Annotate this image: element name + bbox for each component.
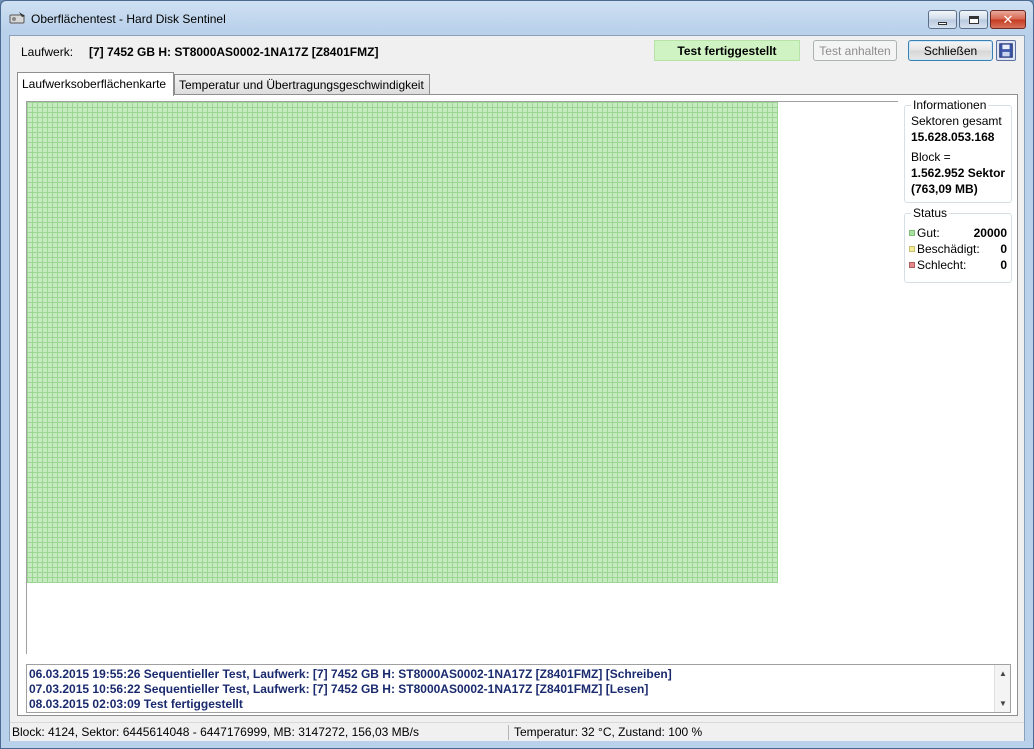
dialog-client: Laufwerk: [7] 7452 GB H: ST8000AS0002-1N… xyxy=(9,35,1025,741)
sectors-value: 15.628.053.168 xyxy=(911,130,995,144)
status-value: 20000 xyxy=(973,226,1007,240)
statusbar-block-info: Block: 4124, Sektor: 6445614048 - 644717… xyxy=(12,725,419,739)
tab-temperature-speed[interactable]: Temperatur und Übertragungsgeschwindigke… xyxy=(174,74,430,95)
status-row-good: Gut: 20000 xyxy=(909,226,1007,240)
window-close-button[interactable]: ✕ xyxy=(990,10,1026,29)
status-value: 0 xyxy=(1000,258,1007,272)
status-row-damaged: Beschädigt: 0 xyxy=(909,242,1007,256)
log-list[interactable]: 06.03.2015 19:55:26 Sequentieller Test, … xyxy=(26,664,1011,713)
info-legend: Informationen xyxy=(911,98,989,112)
statusbar-temperature: Temperatur: 32 °C, Zustand: 100 % xyxy=(514,725,703,739)
status-label: Schlecht: xyxy=(917,258,967,272)
status-value: 0 xyxy=(1000,242,1007,256)
surface-map-area[interactable] xyxy=(26,101,898,654)
tab-surface-map[interactable]: Laufwerksoberflächenkarte xyxy=(17,72,174,96)
surface-map-blocks[interactable] xyxy=(27,102,778,583)
pause-test-button[interactable]: Test anhalten xyxy=(813,40,897,61)
block-label: Block = xyxy=(911,150,951,164)
title-bar[interactable]: Oberflächentest - Hard Disk Sentinel ✕ xyxy=(1,1,1033,35)
block-size: (763,09 MB) xyxy=(911,182,978,196)
close-icon: ✕ xyxy=(1002,12,1014,27)
log-scrollbar[interactable]: ▲ ▼ xyxy=(994,665,1010,712)
hdd-sentinel-icon[interactable] xyxy=(9,10,27,26)
log-entry: 07.03.2015 10:56:22 Sequentieller Test, … xyxy=(29,682,649,696)
maximize-button[interactable] xyxy=(959,10,988,29)
info-groupbox: Informationen Sektoren gesamt 15.628.053… xyxy=(904,98,1012,203)
sectors-label: Sektoren gesamt xyxy=(911,114,1002,128)
status-label: Beschädigt: xyxy=(917,242,980,256)
status-groupbox: Status Gut: 20000 Beschädigt: 0 Schlecht… xyxy=(904,206,1012,283)
block-value: 1.562.952 Sektor xyxy=(911,166,1006,180)
status-label: Gut: xyxy=(917,226,940,240)
maximize-icon xyxy=(968,15,979,24)
damaged-swatch-icon xyxy=(909,246,915,252)
status-bar: Block: 4124, Sektor: 6445614048 - 644717… xyxy=(10,722,1024,741)
minimize-icon xyxy=(938,21,947,25)
drive-value: [7] 7452 GB H: ST8000AS0002-1NA17Z [Z840… xyxy=(89,45,379,59)
floppy-disk-icon[interactable] xyxy=(996,40,1016,61)
minimize-button[interactable] xyxy=(928,10,957,29)
test-status-indicator: Test fertiggestellt xyxy=(654,40,800,61)
drive-label: Laufwerk: xyxy=(21,45,74,59)
status-row-bad: Schlecht: 0 xyxy=(909,258,1007,272)
log-entry: 06.03.2015 19:55:26 Sequentieller Test, … xyxy=(29,667,672,681)
bad-swatch-icon xyxy=(909,262,915,268)
log-entry: 08.03.2015 02:03:09 Test fertiggestellt xyxy=(29,697,243,711)
main-window: Oberflächentest - Hard Disk Sentinel ✕ L… xyxy=(0,0,1034,749)
scroll-up-icon[interactable]: ▲ xyxy=(995,666,1010,680)
window-title: Oberflächentest - Hard Disk Sentinel xyxy=(31,12,226,26)
good-swatch-icon xyxy=(909,230,915,236)
scroll-down-icon[interactable]: ▼ xyxy=(995,696,1010,710)
close-dialog-button[interactable]: Schließen xyxy=(908,40,993,61)
status-legend: Status xyxy=(911,206,950,220)
tab-panel: Informationen Sektoren gesamt 15.628.053… xyxy=(17,94,1018,716)
statusbar-divider xyxy=(508,725,509,740)
